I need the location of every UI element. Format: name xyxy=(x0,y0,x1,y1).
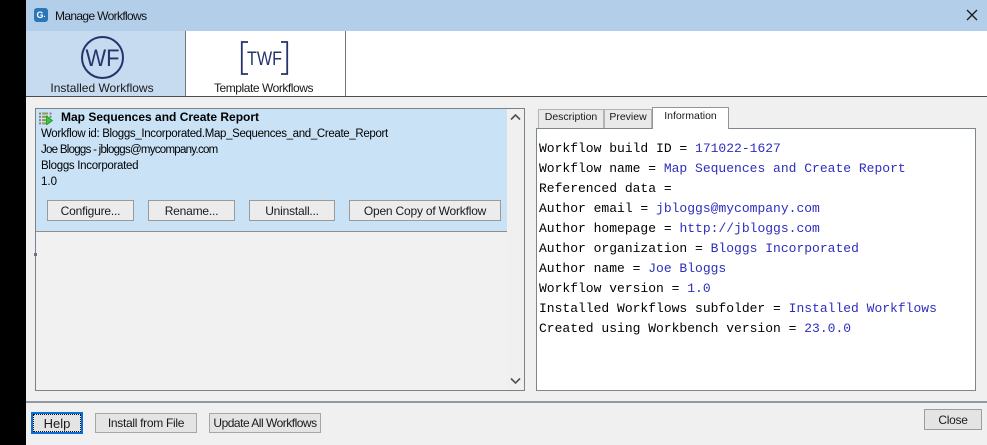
svg-text:TWF: TWF xyxy=(247,49,282,70)
svg-text:WF: WF xyxy=(86,45,120,72)
